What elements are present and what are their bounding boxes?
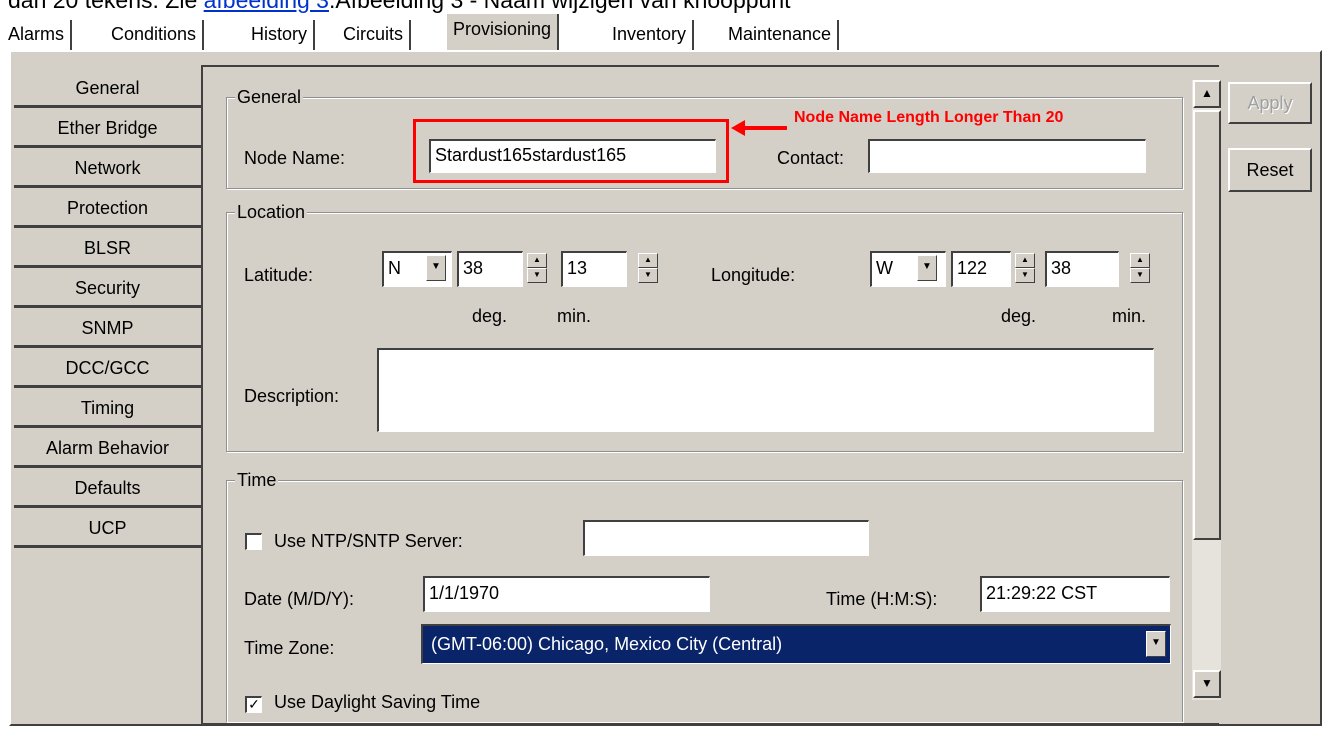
time-label: Time (H:M:S): (826, 589, 938, 609)
longitude-deg-unit: deg. (1001, 306, 1037, 326)
side-tab-general[interactable]: General (14, 72, 201, 108)
latitude-min-unit: min. (557, 306, 592, 326)
latitude-direction-dropdown-icon[interactable]: ▼ (426, 255, 446, 281)
latitude-degrees-spinner[interactable]: ▲ ▼ (527, 253, 547, 283)
latitude-deg-unit: deg. (472, 306, 508, 326)
tab-inventory[interactable]: Inventory (606, 20, 695, 50)
time-zone-select[interactable]: (GMT-06:00) Chicago, Mexico City (Centra… (421, 624, 1171, 664)
apply-button[interactable]: Apply (1228, 82, 1312, 124)
time-zone-value: (GMT-06:00) Chicago, Mexico City (Centra… (431, 634, 783, 654)
annotation-arrow-icon (731, 120, 787, 136)
time-input[interactable]: 21:29:22 CST (980, 576, 1170, 612)
contact-label: Contact: (777, 148, 845, 168)
tab-conditions[interactable]: Conditions (105, 20, 205, 50)
latitude-label: Latitude: (244, 265, 314, 285)
longitude-direction-dropdown-icon[interactable]: ▼ (917, 255, 937, 281)
scroll-up-icon[interactable]: ▲ (1193, 80, 1221, 108)
spin-up-icon[interactable]: ▲ (1015, 253, 1035, 268)
longitude-degrees-spinner[interactable]: ▲ ▼ (1015, 253, 1035, 283)
side-tab-network[interactable]: Network (14, 152, 201, 188)
tab-alarms[interactable]: Alarms (2, 20, 73, 50)
side-tab-alarm-behavior[interactable]: Alarm Behavior (14, 432, 201, 468)
side-tab-dcc-gcc[interactable]: DCC/GCC (14, 352, 201, 388)
latitude-degrees-input[interactable]: 38 (457, 251, 523, 287)
latitude-minutes-spinner[interactable]: ▲ ▼ (638, 253, 658, 283)
date-input[interactable]: 1/1/1970 (423, 576, 710, 612)
node-name-annotation: Node Name Length Longer Than 20 (794, 109, 1064, 126)
description-textarea[interactable] (377, 348, 1154, 432)
spin-up-icon[interactable]: ▲ (527, 253, 547, 268)
time-zone-label: Time Zone: (244, 638, 335, 658)
side-tab-protection[interactable]: Protection (14, 192, 201, 228)
spin-down-icon[interactable]: ▼ (1130, 268, 1150, 283)
longitude-direction-value: W (876, 258, 893, 278)
ntp-server-input[interactable] (583, 520, 869, 556)
description-label: Description: (244, 386, 340, 406)
latitude-direction-value: N (388, 258, 401, 278)
spin-down-icon[interactable]: ▼ (638, 268, 658, 283)
spin-down-icon[interactable]: ▼ (1015, 268, 1035, 283)
side-tab-blsr[interactable]: BLSR (14, 232, 201, 268)
general-legend: General (235, 86, 304, 108)
dst-label: Use Daylight Saving Time (274, 692, 481, 712)
tab-provisioning[interactable]: Provisioning (447, 14, 560, 52)
spin-up-icon[interactable]: ▲ (1130, 253, 1150, 268)
node-name-input[interactable]: Stardust165stardust165 (429, 139, 716, 173)
reset-button[interactable]: Reset (1228, 148, 1312, 192)
date-label: Date (M/D/Y): (244, 589, 355, 609)
longitude-min-unit: min. (1112, 306, 1147, 326)
ntp-checkbox[interactable] (245, 533, 262, 550)
longitude-minutes-spinner[interactable]: ▲ ▼ (1130, 253, 1150, 283)
side-tab-defaults[interactable]: Defaults (14, 472, 201, 508)
time-zone-dropdown-icon[interactable]: ▼ (1146, 631, 1166, 657)
node-name-label: Node Name: (244, 148, 346, 168)
side-tab-ether-bridge[interactable]: Ether Bridge (14, 112, 201, 148)
tab-maintenance[interactable]: Maintenance (722, 20, 840, 50)
location-legend: Location (235, 201, 308, 223)
longitude-minutes-input[interactable]: 38 (1045, 251, 1119, 287)
spin-down-icon[interactable]: ▼ (527, 268, 547, 283)
spin-up-icon[interactable]: ▲ (638, 253, 658, 268)
side-tab-timing[interactable]: Timing (14, 392, 201, 428)
side-tab-security[interactable]: Security (14, 272, 201, 308)
contact-input[interactable] (868, 139, 1146, 173)
dst-checkbox[interactable]: ✓ (245, 696, 262, 713)
scrollbar-thumb[interactable] (1193, 110, 1221, 540)
tab-circuits[interactable]: Circuits (337, 20, 412, 50)
side-tab-ucp[interactable]: UCP (14, 512, 201, 548)
longitude-degrees-input[interactable]: 122 (951, 251, 1011, 287)
scroll-down-icon[interactable]: ▼ (1193, 670, 1221, 698)
latitude-minutes-input[interactable]: 13 (561, 251, 627, 287)
longitude-label: Longitude: (711, 265, 796, 285)
time-legend: Time (235, 469, 279, 491)
tab-history[interactable]: History (245, 20, 316, 50)
ntp-label: Use NTP/SNTP Server: (274, 531, 463, 551)
top-tab-bar: Alarms Conditions History Circuits Provi… (0, 8, 1331, 52)
side-tab-snmp[interactable]: SNMP (14, 312, 201, 348)
